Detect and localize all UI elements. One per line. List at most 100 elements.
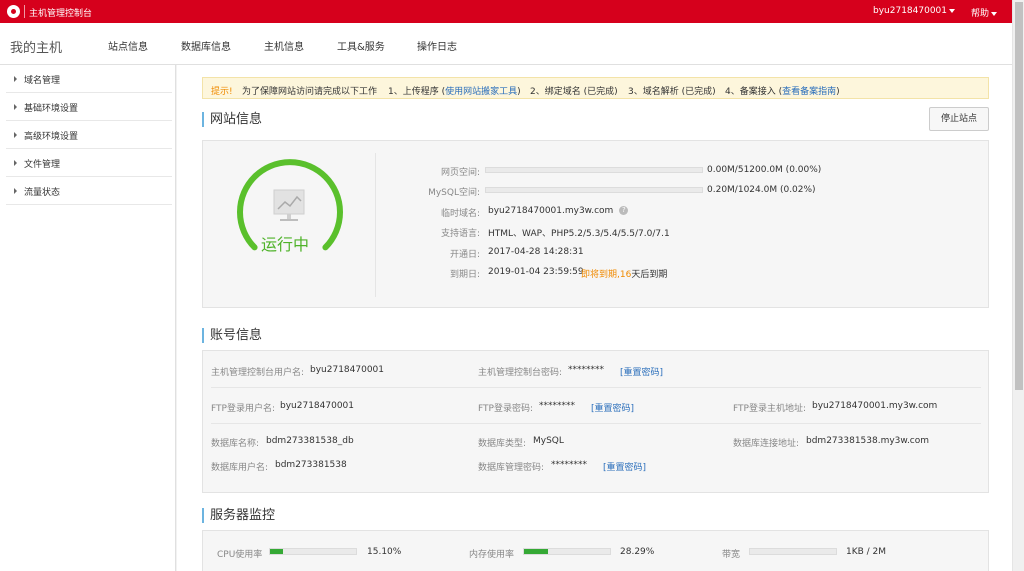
divider [375,153,376,297]
sidebar-item-label: 域名管理 [24,76,61,86]
notice-banner: 提示! 为了保障网站访问请完成以下工作 1、上传程序 (使用网站搬家工具) 2、… [202,77,989,99]
top-bar: 主机管理控制台 byu2718470001 帮助 [0,0,1012,23]
db-user-label: 数据库用户名: [211,463,269,473]
divider [211,387,981,388]
caret-down-icon [991,11,998,16]
ftp-host-value: byu2718470001.my3w.com [812,401,938,411]
memory-usage-bar-fill [524,549,549,554]
chevron-right-icon [14,160,17,166]
nav-site-info[interactable]: 站点信息 [108,38,148,53]
ftp-host-label: FTP登录主机地址: [733,404,806,414]
scrollbar[interactable] [1012,0,1024,571]
divider [211,423,981,424]
notice-step4-close: ) [836,87,840,97]
ctrl-pwd-value: ******** [568,365,604,375]
temp-domain-value: byu2718470001.my3w.com? [488,206,629,216]
cpu-usage-bar-fill [270,549,283,554]
sidebar-item-label: 基础环境设置 [24,104,79,114]
db-user-value: bdm273381538 [275,460,347,470]
sidebar-item-advanced-env[interactable]: 高级环境设置 [6,121,172,149]
chevron-right-icon [14,132,17,138]
chevron-right-icon [14,76,17,82]
sidebar-item-label: 流量状态 [24,188,61,198]
user-menu[interactable]: byu2718470001 [873,6,956,16]
account-info-title: 账号信息 [202,328,262,343]
chevron-right-icon [14,104,17,110]
site-info-title: 网站信息 [202,112,262,127]
user-name: byu2718470001 [873,6,948,16]
migration-tool-link[interactable]: 使用网站搬家工具 [445,87,517,97]
filing-guide-link[interactable]: 查看备案指南 [782,87,836,97]
db-name-value: bdm273381538_db [266,436,354,446]
expire-date-value: 2019-01-04 23:59:59 [488,267,584,277]
db-host-value: bdm273381538.my3w.com [806,436,930,446]
account-info-panel: 主机管理控制台用户名: byu2718470001 主机管理控制台密码: ***… [202,350,989,493]
reset-ftp-password-link[interactable]: [重置密码] [591,401,634,414]
language-value: HTML、WAP、PHP5.2/5.3/5.4/5.5/7.0/7.1 [488,229,670,239]
nav-host-info[interactable]: 主机信息 [264,38,304,53]
mysql-space-bar [485,187,703,193]
cpu-usage-bar [269,548,357,555]
mysql-space-label: MySQL空间: [428,188,480,198]
notice-tip: 提示! [211,87,233,97]
notice-step1-text: 1、上传程序 ( [388,87,446,97]
language-label: 支持语言: [440,229,480,239]
db-type-label: 数据库类型: [478,439,527,449]
divider [24,5,25,18]
ftp-pwd-label: FTP登录密码: [478,404,533,414]
cpu-usage-value: 15.10% [367,547,402,557]
main-content: 提示! 为了保障网站访问请完成以下工作 1、上传程序 (使用网站搬家工具) 2、… [177,65,1012,571]
help-menu[interactable]: 帮助 [971,6,998,19]
nav-operation-log[interactable]: 操作日志 [417,38,457,53]
nav-tools-services[interactable]: 工具&服务 [337,38,385,53]
sidebar-item-label: 高级环境设置 [24,132,79,142]
reset-db-password-link[interactable]: [重置密码] [603,460,646,473]
cpu-usage-label: CPU使用率 [217,550,263,560]
nav-bar: 我的主机 站点信息 数据库信息 主机信息 工具&服务 操作日志 [0,23,1012,65]
memory-usage-bar [523,548,611,555]
open-date-label: 开通日: [449,250,480,260]
server-monitor-title: 服务器监控 [202,508,275,523]
site-info-panel: 运行中 网页空间: 0.00M/51200.0M (0.00%) MySQL空间… [202,140,989,308]
web-space-value: 0.00M/51200.0M (0.00%) [707,165,822,175]
help-icon[interactable]: ? [619,206,629,215]
server-monitor-panel: CPU使用率 15.10% 内存使用率 28.29% 带宽 1KB / 2M [202,530,989,571]
notice-step1: 1、上传程序 (使用网站搬家工具) [388,84,521,97]
monitor-icon [273,189,305,221]
expire-warning-text: 即将到期, [581,270,620,280]
ftp-user-label: FTP登录用户名: [211,404,275,414]
notice-intro: 为了保障网站访问请完成以下工作 [242,87,378,97]
temp-domain-text: byu2718470001.my3w.com [488,206,614,216]
db-pwd-value: ******** [551,460,587,470]
db-name-label: 数据库名称: [211,439,260,449]
nav-database-info[interactable]: 数据库信息 [181,38,231,53]
scrollbar-thumb[interactable] [1015,2,1023,390]
open-date-value: 2017-04-28 14:28:31 [488,247,584,257]
bandwidth-label: 带宽 [722,550,741,560]
expire-days: 16 [619,270,632,280]
reset-ctrl-password-link[interactable]: [重置密码] [620,365,663,378]
sidebar-item-basic-env[interactable]: 基础环境设置 [6,93,172,121]
web-space-label: 网页空间: [440,168,480,178]
logo-icon [7,5,20,18]
chevron-right-icon [14,188,17,194]
expire-warning-suffix: 天后到期 [631,270,668,280]
help-label: 帮助 [971,9,990,19]
site-status: 运行中 [261,235,310,254]
stop-site-button[interactable]: 停止站点 [929,107,989,131]
notice-step3: 3、域名解析 (已完成) [628,87,716,97]
expire-warning: 即将到期,16天后到期 [581,267,667,280]
bandwidth-value: 1KB / 2M [846,547,887,557]
app-title: 主机管理控制台 [29,9,93,19]
sidebar-item-domain[interactable]: 域名管理 [6,65,172,93]
notice-step4-text: 4、备案接入 ( [725,87,783,97]
db-host-label: 数据库连接地址: [733,439,800,449]
sidebar: 域名管理 基础环境设置 高级环境设置 文件管理 流量状态 [0,65,176,571]
ftp-pwd-value: ******** [539,401,575,411]
sidebar-item-traffic[interactable]: 流量状态 [6,177,172,205]
sidebar-item-file-manage[interactable]: 文件管理 [6,149,172,177]
web-space-bar [485,167,703,173]
ctrl-pwd-label: 主机管理控制台密码: [478,368,563,378]
notice-step4: 4、备案接入 (查看备案指南) [725,84,840,97]
ctrl-user-value: byu2718470001 [310,365,385,375]
